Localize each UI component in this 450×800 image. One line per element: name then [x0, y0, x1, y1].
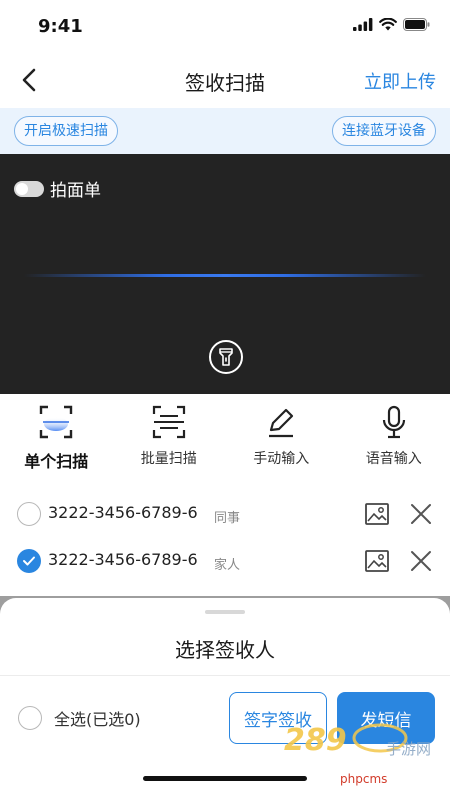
- home-indicator: [143, 776, 307, 781]
- item-radio[interactable]: [17, 549, 41, 573]
- status-icons: [353, 18, 430, 31]
- image-button[interactable]: [364, 548, 390, 574]
- list-item[interactable]: 3222-3456-6789-6 同事: [0, 491, 450, 537]
- scanned-list: 3222-3456-6789-6 同事 3222-3456-6789-6 家人: [0, 484, 450, 604]
- nav-bar: 签收扫描 立即上传: [0, 52, 450, 108]
- pencil-icon: [263, 404, 299, 440]
- mode-manual-input[interactable]: 手动输入: [225, 394, 338, 476]
- connect-bluetooth-button[interactable]: 连接蓝牙设备: [332, 116, 436, 146]
- fast-scan-button[interactable]: 开启极速扫描: [14, 116, 118, 146]
- mode-label: 语音输入: [365, 451, 422, 467]
- photo-waybill-toggle-row: 拍面单: [14, 176, 101, 201]
- relation-tag: 家人: [214, 558, 241, 573]
- upload-now-button[interactable]: 立即上传: [364, 68, 436, 94]
- watermark-logo: 289 手游网: [284, 723, 431, 758]
- image-icon: [365, 550, 389, 572]
- list-item[interactable]: 3222-3456-6789-6 家人: [0, 538, 450, 584]
- scanner-viewport[interactable]: 拍面单: [0, 154, 450, 394]
- waybill-number: 3222-3456-6789-6: [48, 550, 198, 569]
- delete-button[interactable]: [409, 549, 433, 573]
- delete-button[interactable]: [409, 502, 433, 526]
- close-icon: [411, 551, 431, 571]
- svg-text:手游网: 手游网: [386, 740, 431, 758]
- relation-tag: 同事: [214, 511, 241, 526]
- sheet-grabber[interactable]: [205, 610, 245, 614]
- mode-label: 批量扫描: [140, 451, 197, 467]
- checkmark-icon: [23, 556, 35, 566]
- select-recipient-sheet: 选择签收人 全选(已选0) 签字签收 发短信: [0, 598, 450, 800]
- close-icon: [411, 504, 431, 524]
- wifi-icon: [379, 18, 397, 31]
- mode-batch-scan[interactable]: 批量扫描: [113, 394, 226, 476]
- battery-icon: [403, 18, 430, 31]
- item-radio[interactable]: [17, 502, 41, 526]
- mode-single-scan[interactable]: 单个扫描: [0, 394, 113, 476]
- svg-text:289: 289: [284, 723, 347, 758]
- flashlight-button[interactable]: [209, 340, 243, 374]
- mode-label: 手动输入: [253, 451, 310, 467]
- scan-mode-bar: 单个扫描 批量扫描 手动输入 语音输入: [0, 394, 450, 476]
- select-all-radio[interactable]: [18, 706, 42, 730]
- status-time: 9:41: [38, 16, 83, 37]
- status-bar: 9:41: [0, 0, 450, 52]
- flashlight-icon: [219, 348, 233, 366]
- select-all-control[interactable]: 全选(已选0): [18, 706, 141, 730]
- single-scan-icon: [38, 404, 74, 440]
- image-icon: [365, 503, 389, 525]
- scan-line: [24, 274, 426, 277]
- watermark-site: phpcms: [340, 772, 388, 786]
- batch-scan-icon: [151, 404, 187, 440]
- select-all-label: 全选(已选0): [54, 710, 141, 729]
- photo-waybill-label: 拍面单: [50, 181, 101, 201]
- microphone-icon: [376, 404, 412, 440]
- mode-label: 单个扫描: [24, 452, 89, 471]
- divider: [0, 675, 450, 676]
- photo-waybill-toggle[interactable]: [14, 180, 44, 197]
- options-bar: 开启极速扫描 连接蓝牙设备: [0, 108, 450, 154]
- image-button[interactable]: [364, 501, 390, 527]
- mode-voice-input[interactable]: 语音输入: [338, 394, 450, 476]
- sheet-title: 选择签收人: [175, 638, 275, 662]
- waybill-number: 3222-3456-6789-6: [48, 503, 198, 522]
- cellular-signal-icon: [353, 18, 373, 31]
